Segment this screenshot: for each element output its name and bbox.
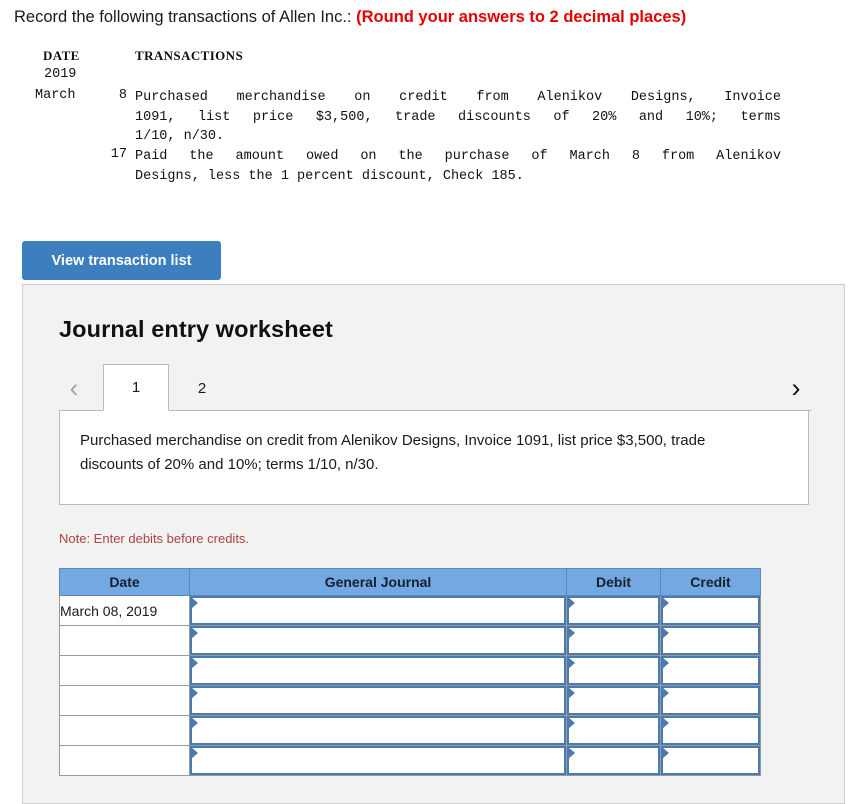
debit-input-1[interactable] (566, 595, 661, 626)
dropdown-triangle-icon (191, 687, 198, 699)
dropdown-triangle-icon (568, 687, 575, 699)
transaction-text-1: Purchased merchandise on credit from Ale… (135, 88, 781, 147)
dropdown-triangle-icon (191, 627, 198, 639)
transaction-text-2: Paid the amount owed on the purchase of … (135, 147, 781, 186)
dropdown-triangle-icon (191, 597, 198, 609)
dropdown-triangle-icon (568, 657, 575, 669)
dropdown-triangle-icon (568, 747, 575, 759)
dropdown-triangle-icon (662, 657, 669, 669)
date-cell (59, 625, 190, 656)
tab-strip: ‹ 1 2 › (59, 364, 811, 411)
dropdown-triangle-icon (568, 717, 575, 729)
credit-input-3[interactable] (660, 655, 761, 686)
transaction-description-text: Purchased merchandise on credit from Ale… (80, 432, 706, 473)
column-header-credit: Credit (660, 568, 761, 596)
page-prompt: Record the following transactions of All… (14, 6, 686, 28)
transactions-day-2: 17 (110, 147, 127, 162)
general-journal-input-3[interactable] (189, 655, 567, 686)
credit-input-1[interactable] (660, 595, 761, 626)
table-row (59, 655, 761, 686)
dropdown-triangle-icon (568, 627, 575, 639)
credit-input-5[interactable] (660, 715, 761, 746)
table-row (59, 625, 761, 656)
tab-2[interactable]: 2 (169, 364, 235, 411)
table-header-row: Date General Journal Debit Credit (59, 568, 761, 596)
debit-input-6[interactable] (566, 745, 661, 776)
transactions-month: March (35, 88, 76, 103)
dropdown-triangle-icon (662, 627, 669, 639)
credit-input-6[interactable] (660, 745, 761, 776)
debit-input-4[interactable] (566, 685, 661, 716)
date-cell (59, 685, 190, 716)
general-journal-input-1[interactable] (189, 595, 567, 626)
dropdown-triangle-icon (662, 687, 669, 699)
dropdown-triangle-icon (662, 597, 669, 609)
transaction-text-2-line2: Designs, less the 1 percent discount, Ch… (135, 168, 524, 184)
date-cell: March 08, 2019 (59, 595, 190, 626)
dropdown-triangle-icon (191, 657, 198, 669)
transactions-date-header: DATE (43, 48, 80, 63)
debit-input-2[interactable] (566, 625, 661, 656)
dropdown-triangle-icon (662, 717, 669, 729)
dropdown-triangle-icon (662, 747, 669, 759)
column-header-debit: Debit (566, 568, 661, 596)
table-row (59, 745, 761, 776)
prompt-lead-text: Record the following transactions of All… (14, 8, 352, 26)
tab-list: 1 2 (103, 364, 235, 411)
view-transaction-list-button[interactable]: View transaction list (22, 241, 221, 280)
transactions-year: 2019 (44, 67, 77, 82)
transaction-text-1-line1: Purchased merchandise on credit from Ale… (135, 90, 781, 105)
date-cell (59, 745, 190, 776)
transaction-description-box: Purchased merchandise on credit from Ale… (59, 410, 809, 505)
column-header-general-journal: General Journal (189, 568, 567, 596)
column-header-date: Date (59, 568, 190, 596)
transactions-day-1: 8 (118, 88, 127, 103)
chevron-right-icon[interactable]: › (781, 372, 811, 404)
table-row: March 08, 2019 (59, 595, 761, 626)
journal-entry-table: Date General Journal Debit Credit March … (59, 568, 761, 776)
transactions-transactions-header: TRANSACTIONS (135, 48, 244, 63)
general-journal-input-2[interactable] (189, 625, 567, 656)
prompt-emphasis-text: (Round your answers to 2 decimal places) (356, 8, 687, 26)
dropdown-triangle-icon (191, 717, 198, 729)
transaction-text-1-line3: 1/10, n/30. (135, 129, 225, 145)
journal-entry-worksheet-panel: Journal entry worksheet ‹ 1 2 › Purchase… (22, 284, 845, 804)
debits-before-credits-note: Note: Enter debits before credits. (59, 531, 250, 546)
general-journal-input-4[interactable] (189, 685, 567, 716)
tab-1[interactable]: 1 (103, 364, 169, 411)
dropdown-triangle-icon (568, 597, 575, 609)
journal-entry-table-body: March 08, 2019 (59, 595, 761, 776)
debit-input-5[interactable] (566, 715, 661, 746)
table-row (59, 685, 761, 716)
date-cell (59, 655, 190, 686)
general-journal-input-5[interactable] (189, 715, 567, 746)
general-journal-input-6[interactable] (189, 745, 567, 776)
dropdown-triangle-icon (191, 747, 198, 759)
page-title: Journal entry worksheet (59, 316, 333, 342)
credit-input-4[interactable] (660, 685, 761, 716)
table-row (59, 715, 761, 746)
chevron-left-icon[interactable]: ‹ (59, 372, 89, 404)
date-cell (59, 715, 190, 746)
transaction-text-2-line1: Paid the amount owed on the purchase of … (135, 149, 781, 164)
debit-input-3[interactable] (566, 655, 661, 686)
transaction-text-1-line2: 1091, list price $3,500, trade discounts… (135, 109, 781, 125)
credit-input-2[interactable] (660, 625, 761, 656)
